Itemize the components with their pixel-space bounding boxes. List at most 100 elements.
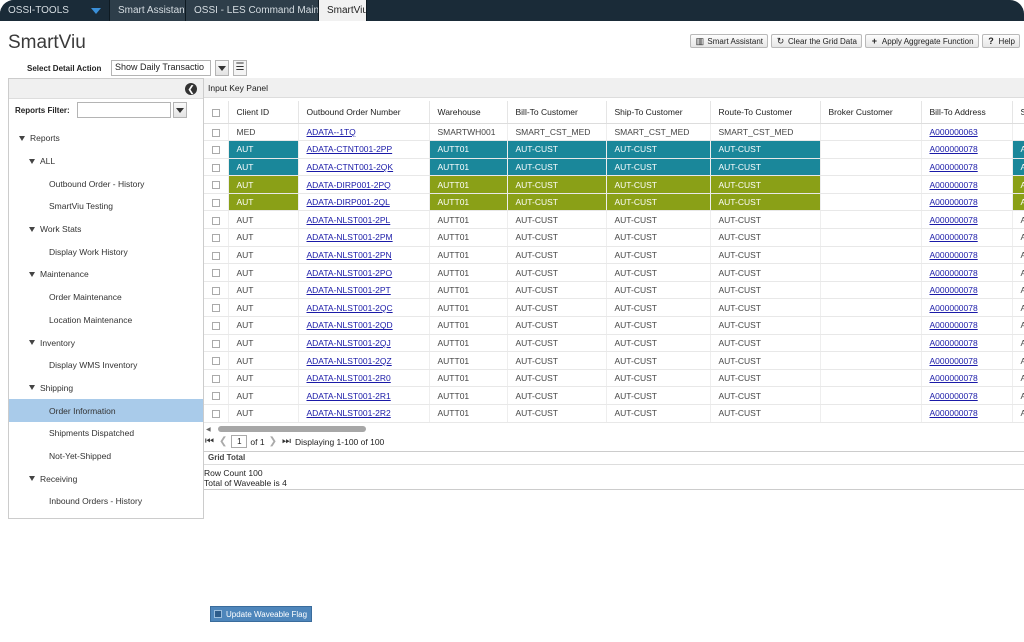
address-link[interactable]: A000000078 [930, 408, 978, 418]
tab-les-command[interactable]: OSSI - LES Command Mainten... [186, 0, 319, 21]
detail-action-dropdown-button[interactable] [215, 60, 229, 76]
expand-arrow-icon[interactable] [29, 340, 35, 346]
reports-filter-dropdown-button[interactable] [173, 102, 187, 118]
order-link[interactable]: ADATA-CTNT001-2PP [307, 144, 393, 154]
column-header[interactable]: Bill-To Customer [507, 101, 607, 124]
expand-arrow-icon[interactable] [29, 226, 35, 232]
tree-node[interactable]: Shipping [9, 377, 203, 400]
tree-node[interactable]: Receiving [9, 467, 203, 490]
table-row[interactable]: AUT ADATA-DIRP001-2PQ AUTT01 AUT-CUST AUT-CU… [204, 175, 1024, 194]
row-checkbox[interactable] [204, 281, 229, 300]
order-link[interactable]: ADATA-NLST001-2R2 [307, 408, 391, 418]
address-link[interactable]: A000000078 [930, 303, 978, 313]
tab-smart-assistant[interactable]: Smart Assistant [110, 0, 186, 21]
order-link[interactable]: ADATA-NLST001-2PN [307, 250, 392, 260]
table-row[interactable]: AUT ADATA-DIRP001-2QL AUTT01 AUT-CUST AUT-CU… [204, 193, 1024, 212]
expand-arrow-icon[interactable] [29, 271, 35, 277]
next-page-icon[interactable]: ❯ [268, 436, 278, 448]
tree-node[interactable]: Order Information [9, 399, 203, 422]
row-checkbox[interactable] [204, 369, 229, 388]
input-key-panel[interactable]: Input Key Panel [204, 78, 1024, 98]
column-header[interactable]: Bill-To Address [921, 101, 1013, 124]
order-link[interactable]: ADATA-NLST001-2PM [307, 232, 393, 242]
order-link[interactable]: ADATA-DIRP001-2QL [307, 197, 390, 207]
expand-arrow-icon[interactable] [29, 476, 35, 482]
order-link[interactable]: ADATA-NLST001-2R0 [307, 373, 391, 383]
column-header[interactable]: Client ID [228, 101, 299, 124]
table-row[interactable]: AUT ADATA-NLST001-2QC AUTT01 AUT-CUST AUT-CU… [204, 298, 1024, 318]
row-checkbox[interactable] [204, 334, 229, 353]
expand-arrow-icon[interactable] [29, 158, 35, 164]
tab-ossi-tools[interactable]: OSSI-TOOLS [0, 0, 110, 21]
tree-node[interactable]: Display WMS Inventory [9, 354, 203, 377]
address-link[interactable]: A000000063 [930, 127, 978, 137]
order-link[interactable]: ADATA-NLST001-2QC [307, 303, 393, 313]
address-link[interactable]: A000000078 [930, 250, 978, 260]
row-checkbox[interactable] [204, 228, 229, 247]
table-row[interactable]: AUT ADATA-NLST001-2PM AUTT01 AUT-CUST AUT-CU… [204, 228, 1024, 247]
table-row[interactable]: AUT ADATA-NLST001-2PN AUTT01 AUT-CUST AUT-CU… [204, 246, 1024, 265]
tree-node[interactable]: Work Stats [9, 218, 203, 241]
tree-node[interactable]: Maintenance [9, 263, 203, 286]
row-checkbox[interactable] [204, 210, 229, 230]
column-header[interactable]: Warehouse [429, 101, 508, 124]
address-link[interactable]: A000000078 [930, 162, 978, 172]
address-link[interactable]: A000000078 [930, 180, 978, 190]
horizontal-scrollbar[interactable]: ◀ [204, 426, 1024, 433]
tree-node[interactable]: Location Maintenance [9, 309, 203, 332]
expand-arrow-icon[interactable] [29, 385, 35, 391]
tree-node[interactable]: Not-Yet-Shipped [9, 445, 203, 468]
row-checkbox[interactable] [204, 386, 229, 405]
table-row[interactable]: AUT ADATA-NLST001-2PT AUTT01 AUT-CUST AUT-CU… [204, 281, 1024, 300]
table-row[interactable]: MED ADATA--1TQ SMARTWH001 SMART_CST_MED SMAR… [204, 123, 1024, 142]
table-row[interactable]: AUT ADATA-NLST001-2QZ AUTT01 AUT-CUST AUT-CU… [204, 351, 1024, 370]
order-link[interactable]: ADATA-DIRP001-2PQ [307, 180, 391, 190]
row-checkbox[interactable] [204, 351, 229, 370]
row-checkbox[interactable] [204, 246, 229, 265]
scrollbar-thumb[interactable] [218, 426, 366, 432]
tree-node[interactable]: Order Maintenance [9, 286, 203, 309]
tree-node[interactable]: Inbound Orders - History [9, 490, 203, 513]
row-checkbox[interactable] [204, 316, 229, 335]
address-link[interactable]: A000000078 [930, 373, 978, 383]
table-row[interactable]: AUT ADATA-CTNT001-2QK AUTT01 AUT-CUST AUT-CU… [204, 158, 1024, 177]
address-link[interactable]: A000000078 [930, 232, 978, 242]
select-all-checkbox[interactable] [204, 101, 229, 124]
table-row[interactable]: AUT ADATA-NLST001-2PO AUTT01 AUT-CUST AUT-CU… [204, 263, 1024, 282]
row-checkbox[interactable] [204, 263, 229, 282]
row-checkbox[interactable] [204, 404, 229, 423]
order-link[interactable]: ADATA-NLST001-2QD [307, 320, 393, 330]
tab-smartviu[interactable]: SmartViu [319, 0, 367, 21]
row-checkbox[interactable] [204, 140, 229, 159]
column-header[interactable]: Route-To Customer [710, 101, 821, 124]
page-number-input[interactable]: 1 [231, 435, 248, 448]
prev-page-icon[interactable]: ❮ [218, 436, 228, 448]
table-row[interactable]: AUT ADATA-NLST001-2R1 AUTT01 AUT-CUST AUT-CU… [204, 386, 1024, 405]
address-link[interactable]: A000000078 [930, 197, 978, 207]
column-header[interactable]: Broker Customer [820, 101, 922, 124]
help-button[interactable]: ? Help [981, 34, 1020, 48]
order-link[interactable]: ADATA-NLST001-2QJ [307, 338, 391, 348]
table-row[interactable]: AUT ADATA-NLST001-2QJ AUTT01 AUT-CUST AUT-CU… [204, 334, 1024, 353]
expand-arrow-icon[interactable] [19, 135, 25, 141]
row-checkbox[interactable] [204, 175, 229, 194]
address-link[interactable]: A000000078 [930, 144, 978, 154]
column-header[interactable]: S [1012, 101, 1024, 124]
first-page-icon[interactable]: ⏮ [204, 436, 215, 448]
table-row[interactable]: AUT ADATA-CTNT001-2PP AUTT01 AUT-CUST AUT-CU… [204, 140, 1024, 159]
table-row[interactable]: AUT ADATA-NLST001-2R2 AUTT01 AUT-CUST AUT-CU… [204, 404, 1024, 423]
tree-node[interactable]: ALL [9, 150, 203, 173]
address-link[interactable]: A000000078 [930, 356, 978, 366]
table-row[interactable]: AUT ADATA-NLST001-2QD AUTT01 AUT-CUST AUT-CU… [204, 316, 1024, 335]
tree-node[interactable]: Reports [9, 127, 203, 150]
address-link[interactable]: A000000078 [930, 338, 978, 348]
order-link[interactable]: ADATA-NLST001-2PT [307, 285, 391, 295]
apply-aggregate-button[interactable]: + Apply Aggregate Function [864, 34, 979, 48]
clear-grid-button[interactable]: ↻ Clear the Grid Data [771, 34, 862, 48]
address-link[interactable]: A000000078 [930, 320, 978, 330]
menu-icon[interactable]: ☰ [233, 60, 247, 76]
address-link[interactable]: A000000078 [930, 391, 978, 401]
order-link[interactable]: ADATA-NLST001-2PL [307, 215, 391, 225]
collapse-left-icon[interactable]: ❮ [185, 83, 197, 95]
chevron-down-icon[interactable] [91, 7, 101, 14]
